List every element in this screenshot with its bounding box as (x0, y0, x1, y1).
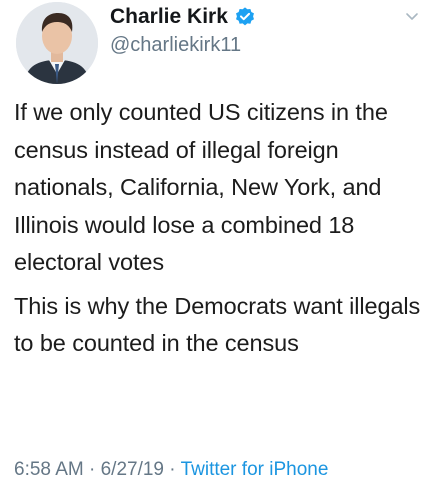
author-name-row: Charlie Kirk (110, 4, 256, 30)
tweet-paragraph: If we only counted US citizens in the ce… (14, 99, 388, 275)
tweet-paragraph: This is why the Democrats want illegals … (14, 292, 421, 357)
display-name[interactable]: Charlie Kirk (110, 4, 228, 30)
tweet-time[interactable]: 6:58 AM (14, 459, 84, 480)
verified-badge-icon (234, 6, 256, 28)
tweet-card: Charlie Kirk @charliekirk11 If we only c… (0, 0, 436, 500)
avatar[interactable] (16, 2, 98, 84)
chevron-down-icon[interactable] (402, 6, 422, 26)
meta-separator: · (164, 459, 181, 480)
meta-separator: · (83, 459, 101, 480)
tweet-source-link[interactable]: Twitter for iPhone (181, 459, 329, 480)
user-handle[interactable]: @charliekirk11 (110, 33, 241, 57)
tweet-meta: 6:58 AM · 6/27/19 · Twitter for iPhone (14, 458, 328, 482)
tweet-text: If we only counted US citizens in the ce… (14, 94, 426, 363)
tweet-date[interactable]: 6/27/19 (101, 459, 164, 480)
